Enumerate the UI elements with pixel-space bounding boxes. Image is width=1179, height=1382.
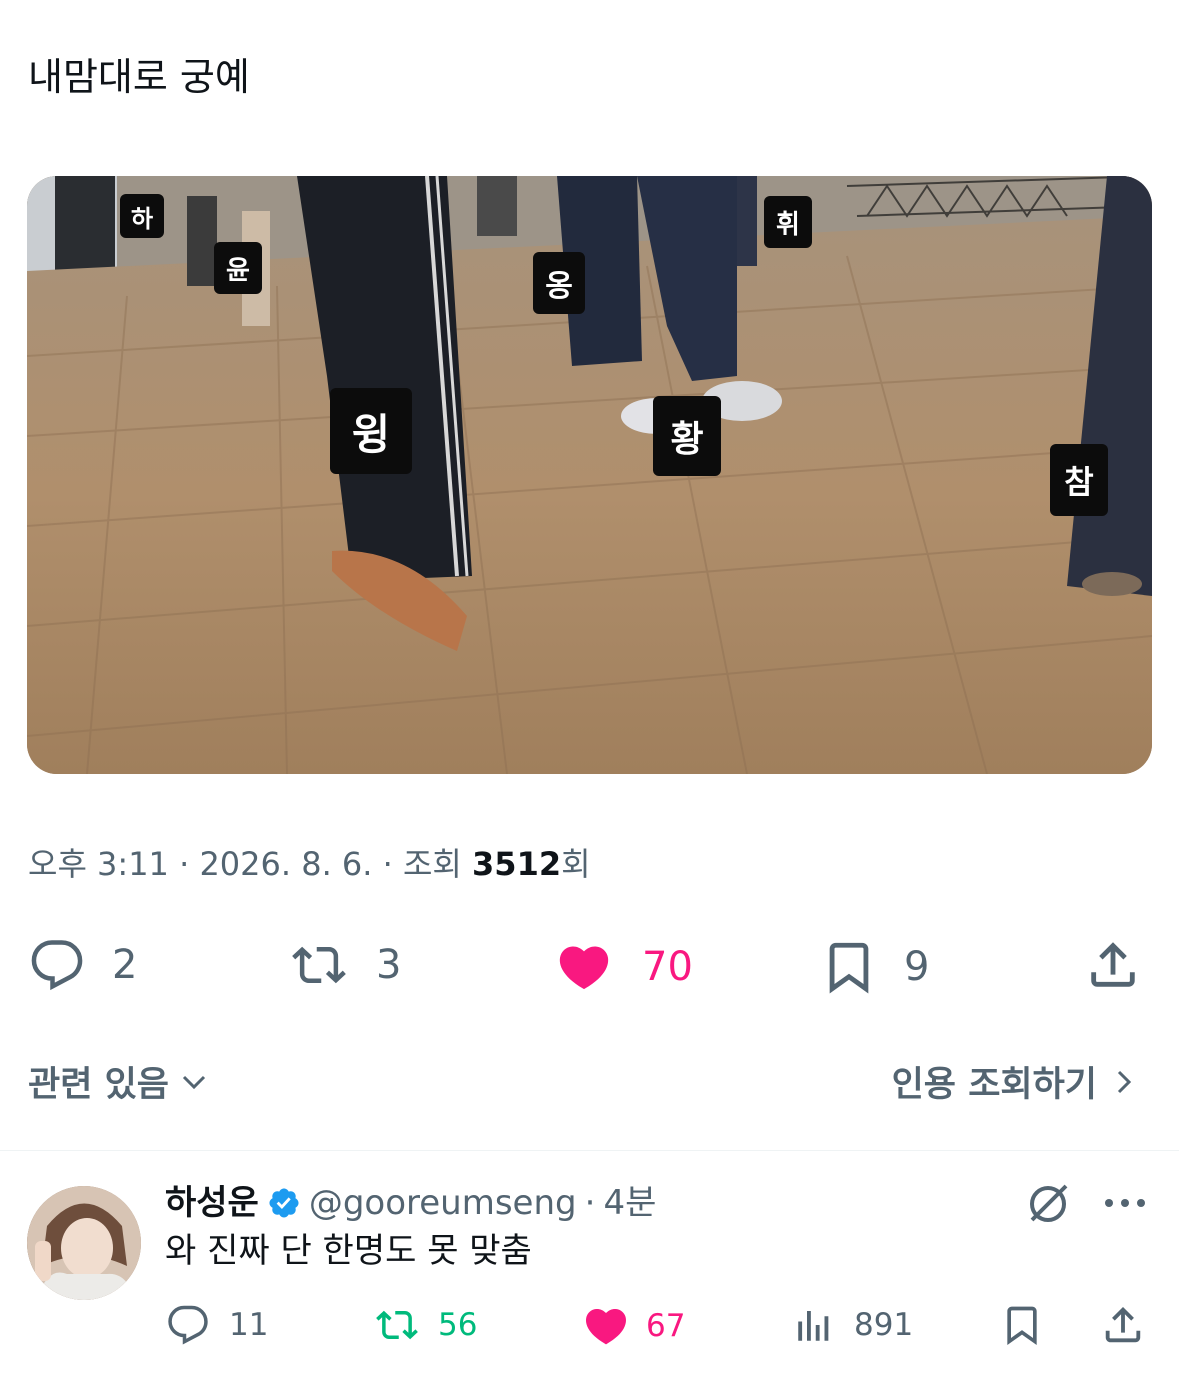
share-button[interactable] [1084, 936, 1142, 994]
reply-author-name[interactable]: 하성운 [165, 1180, 259, 1226]
retweet-button[interactable]: 3 [288, 938, 401, 992]
reply-view-count: 891 [854, 1307, 914, 1343]
media-tag-hwang: 황 [653, 396, 721, 476]
grok-button[interactable] [1024, 1180, 1072, 1232]
reply-avatar[interactable] [27, 1186, 141, 1300]
reply-reply-button[interactable]: 11 [165, 1304, 268, 1346]
reply-share-button[interactable] [1100, 1302, 1146, 1348]
quotes-label: 인용 조회하기 [891, 1065, 1097, 1105]
chevron-down-icon [182, 1075, 206, 1089]
reply-like-button[interactable]: 67 [580, 1302, 685, 1350]
like-button[interactable]: 70 [552, 938, 693, 996]
reply-reply-count: 11 [229, 1307, 269, 1343]
reply-time[interactable]: 4분 [603, 1180, 656, 1226]
view-quotes-link[interactable]: 인용 조회하기 [892, 1056, 1139, 1107]
chevron-right-icon [1117, 1070, 1132, 1093]
reply-like-count: 67 [646, 1308, 686, 1344]
reply-button[interactable]: 2 [28, 938, 137, 992]
tweet-meta: 오후 3:11 · 2026. 8. 6. · 조회 3512회 [28, 845, 591, 883]
reply-retweet-button[interactable]: 56 [372, 1304, 477, 1346]
like-count: 70 [642, 944, 693, 990]
heart-icon [585, 1309, 627, 1345]
heart-icon [559, 946, 609, 990]
bookmark-button[interactable]: 9 [820, 938, 929, 996]
media-tag-yun: 윤 [214, 242, 262, 294]
bookmark-count: 9 [904, 944, 930, 990]
reply-retweet-count: 56 [438, 1307, 478, 1343]
share-icon [1091, 942, 1135, 987]
more-options-button[interactable] [1102, 1190, 1148, 1220]
reply-icon [31, 940, 83, 991]
reply-views-button[interactable]: 891 [792, 1304, 913, 1346]
related-toggle[interactable]: 관련 있음 [28, 1056, 209, 1107]
retweet-icon [292, 946, 346, 984]
reply-icon [168, 1305, 208, 1345]
retweet-count: 3 [376, 942, 402, 988]
reply-author-handle[interactable]: @gooreumseng [309, 1180, 577, 1226]
tweet-time[interactable]: 오후 3:11 [28, 845, 169, 883]
tweet-media-image[interactable]: 하 윤 옹 휘 윙 황 참 [27, 176, 1152, 774]
bookmark-icon [1007, 1306, 1037, 1346]
media-tag-wing: 윙 [330, 388, 412, 474]
view-count: 3512 [472, 845, 562, 883]
related-label: 관련 있음 [28, 1065, 169, 1105]
retweet-icon [376, 1310, 418, 1340]
grok-icon [1030, 1184, 1068, 1222]
avatar-photo [27, 1186, 141, 1300]
share-icon [1105, 1306, 1141, 1343]
reply-bookmark-button[interactable] [1000, 1302, 1044, 1348]
media-tag-cham: 참 [1050, 444, 1108, 516]
reply-text: 와 진짜 단 한명도 못 맞춤 [165, 1231, 532, 1271]
media-tag-ha: 하 [120, 194, 164, 238]
tweet-date[interactable]: 2026. 8. 6. [199, 845, 372, 883]
verified-badge-icon [269, 1188, 299, 1218]
views-icon [798, 1311, 829, 1341]
tweet-text: 내맘대로 궁예 [28, 55, 250, 99]
media-tag-ong: 옹 [533, 252, 585, 314]
more-icon [1105, 1199, 1145, 1207]
dance-floor-photo [27, 176, 1152, 774]
media-tag-hwi: 휘 [764, 196, 812, 248]
bookmark-icon [829, 942, 869, 994]
reply-count: 2 [112, 942, 138, 988]
reply-header: 하성운 @gooreumseng · 4분 [165, 1180, 656, 1226]
section-divider [0, 1150, 1179, 1151]
